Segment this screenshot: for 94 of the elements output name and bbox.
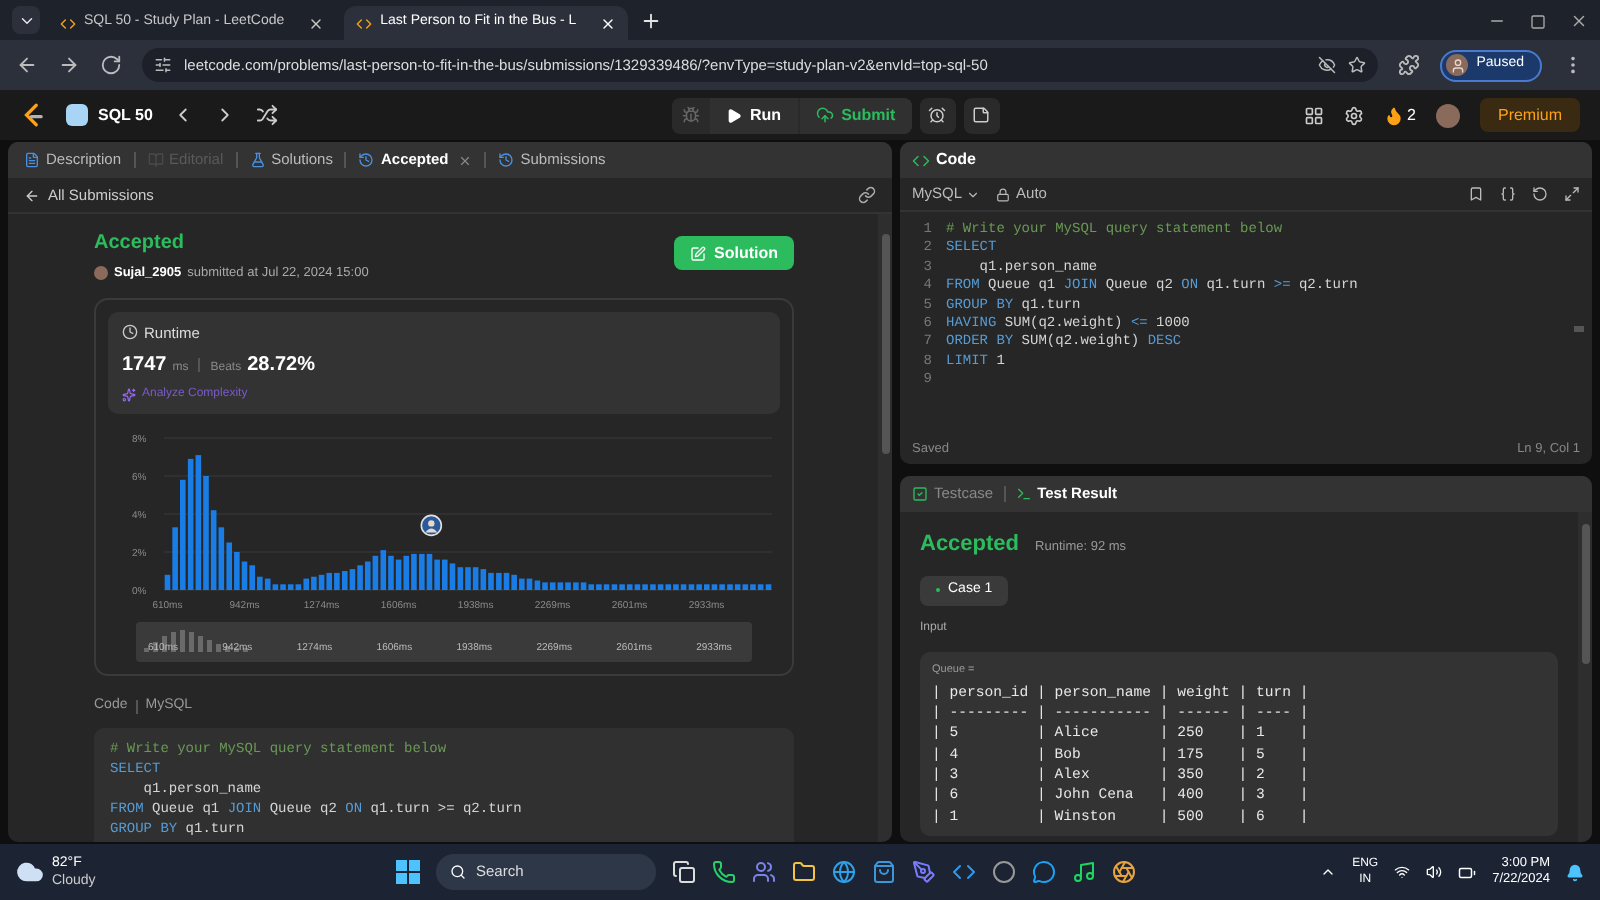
- lock-icon: [996, 187, 1011, 201]
- extensions-button[interactable]: [1398, 54, 1421, 76]
- play-icon: [726, 107, 742, 123]
- format-button[interactable]: [1500, 186, 1516, 202]
- tab-icon: [1015, 486, 1032, 502]
- settings-button[interactable]: [1343, 105, 1364, 125]
- clock-icon: [122, 324, 138, 341]
- link-icon[interactable]: [858, 186, 876, 204]
- scrollbar-thumb[interactable]: [881, 234, 889, 454]
- forward-button[interactable]: [58, 54, 80, 76]
- premium-button[interactable]: Premium: [1479, 98, 1580, 132]
- people-icon[interactable]: [752, 860, 776, 884]
- back-button[interactable]: [16, 54, 38, 76]
- grid-icon: [1303, 105, 1324, 125]
- beats-value: 28.72%: [247, 352, 316, 380]
- streak-count: 2: [1407, 103, 1416, 127]
- chevron-up-icon[interactable]: [1320, 864, 1337, 880]
- shuffle-button[interactable]: [256, 104, 279, 126]
- layout-button[interactable]: [1303, 105, 1324, 125]
- avatar-icon: [1446, 54, 1469, 76]
- code-icon[interactable]: [952, 860, 976, 884]
- search-icon: [450, 864, 466, 880]
- braces-icon: [1500, 186, 1516, 202]
- avatar-icon[interactable]: [1435, 103, 1460, 127]
- study-plan-icon: [66, 104, 88, 126]
- expand-button[interactable]: [1564, 186, 1580, 202]
- pen-icon[interactable]: [912, 860, 936, 884]
- sparkles-icon: [122, 388, 136, 402]
- tab-icon: [912, 486, 928, 502]
- maximize-icon: [1530, 13, 1546, 29]
- chat-icon[interactable]: [1032, 860, 1056, 884]
- tab-icon: [24, 152, 40, 168]
- status-text: Accepted: [920, 530, 1020, 560]
- cloud-icon: [16, 858, 44, 886]
- submit-button[interactable]: Submit: [799, 97, 912, 133]
- alarm-button[interactable]: [919, 97, 956, 133]
- arrow-right-icon: [58, 54, 80, 76]
- reset-button[interactable]: [1532, 186, 1548, 202]
- globe-icon[interactable]: [832, 860, 856, 884]
- scrollbar-thumb[interactable]: [1581, 524, 1589, 664]
- phone-icon[interactable]: [712, 860, 736, 884]
- notification-icon[interactable]: [1566, 863, 1584, 881]
- reload-button[interactable]: [100, 54, 122, 76]
- bookmark-button[interactable]: [1468, 186, 1484, 202]
- chevron-down-icon: [966, 187, 981, 201]
- undo-icon: [1532, 186, 1548, 202]
- shopping-bag-icon[interactable]: [872, 860, 896, 884]
- tab-icon: [498, 152, 515, 168]
- note-button[interactable]: [963, 97, 1000, 133]
- browser-icon[interactable]: [1112, 860, 1136, 884]
- user-avatar-icon: [420, 514, 443, 537]
- reload-icon: [100, 54, 122, 76]
- close-button[interactable]: [1570, 12, 1588, 30]
- folder-icon[interactable]: [792, 860, 816, 884]
- close-icon: [1570, 12, 1588, 30]
- code-icon: [912, 151, 930, 169]
- arrow-left-icon: [16, 54, 38, 76]
- start-icon[interactable]: [396, 860, 420, 884]
- alarm-clock-icon: [928, 106, 947, 124]
- run-button[interactable]: Run: [710, 97, 798, 133]
- scrollbar-thumb[interactable]: [1574, 326, 1584, 332]
- eye-off-icon[interactable]: [1318, 56, 1337, 74]
- logo-icon[interactable]: [20, 102, 46, 128]
- runtime-value: 1747: [122, 352, 167, 380]
- avatar-icon: [94, 266, 108, 281]
- arrow-left-icon: [24, 187, 40, 203]
- plus-icon: [639, 9, 662, 31]
- settings-icon: [1343, 105, 1364, 125]
- cloud-upload-icon: [815, 106, 834, 124]
- code-icon: [60, 15, 76, 31]
- study-plan-link[interactable]: SQL 50: [98, 103, 153, 127]
- bug-icon: [681, 106, 699, 124]
- expand-icon: [1564, 186, 1580, 202]
- code-icon: [356, 15, 373, 31]
- close-icon[interactable]: [308, 15, 325, 31]
- maximize-button[interactable]: [1530, 13, 1546, 29]
- battery-icon[interactable]: [1458, 863, 1477, 881]
- panel-title: Code: [936, 148, 976, 172]
- tab-icon: [249, 152, 266, 168]
- note-icon: [972, 106, 991, 124]
- edit-icon: [690, 245, 706, 261]
- volume-icon[interactable]: [1426, 864, 1443, 880]
- tab-search-button[interactable]: [12, 6, 40, 34]
- wifi-icon[interactable]: [1394, 864, 1411, 880]
- circle-icon[interactable]: [992, 860, 1016, 884]
- flame-icon: [1383, 105, 1404, 125]
- music-icon[interactable]: [1072, 860, 1096, 884]
- bookmark-icon: [1468, 186, 1484, 202]
- status-text: Accepted: [94, 230, 187, 258]
- site-settings-icon[interactable]: [154, 56, 172, 74]
- star-icon[interactable]: [1348, 56, 1367, 74]
- tab-icon: [358, 152, 375, 168]
- puzzle-icon: [1398, 54, 1421, 76]
- shuffle-icon: [256, 104, 279, 126]
